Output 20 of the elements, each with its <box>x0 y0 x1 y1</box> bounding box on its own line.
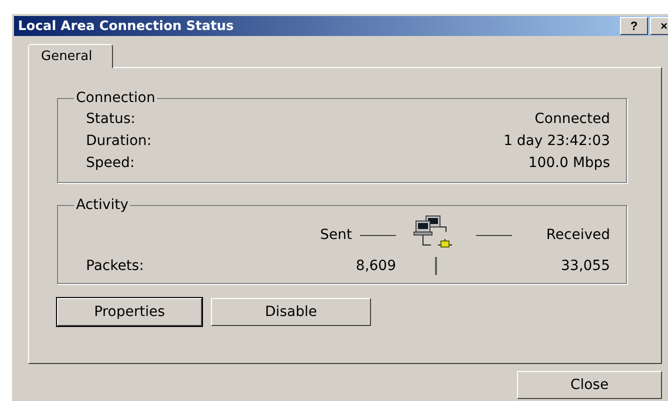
sent-label: Sent <box>320 227 352 243</box>
close-button[interactable]: Close <box>517 371 662 399</box>
field-label: Speed: <box>86 155 135 171</box>
tab[interactable]: General <box>28 44 114 68</box>
group-title: Activity <box>75 197 130 213</box>
field-label: Status: <box>86 111 136 127</box>
received-count: 33,055 <box>561 258 610 274</box>
field-value: Connected <box>534 111 610 127</box>
properties-button[interactable]: Properties <box>57 298 202 326</box>
close-button[interactable]: × <box>650 17 668 35</box>
field-value: 1 day 23:42:03 <box>504 133 610 149</box>
window-title: Local Area Connection Status <box>18 18 234 34</box>
disable-button[interactable]: Disable <box>211 298 371 326</box>
group-title: Connection <box>75 90 156 106</box>
sent-count: 8,609 <box>356 258 396 274</box>
packets-label: Packets: <box>86 258 145 274</box>
field-label: Duration: <box>86 133 152 149</box>
received-label: Received <box>546 227 610 243</box>
help-button[interactable]: ? <box>620 17 648 35</box>
field-value: 100.0 Mbps <box>528 155 610 171</box>
